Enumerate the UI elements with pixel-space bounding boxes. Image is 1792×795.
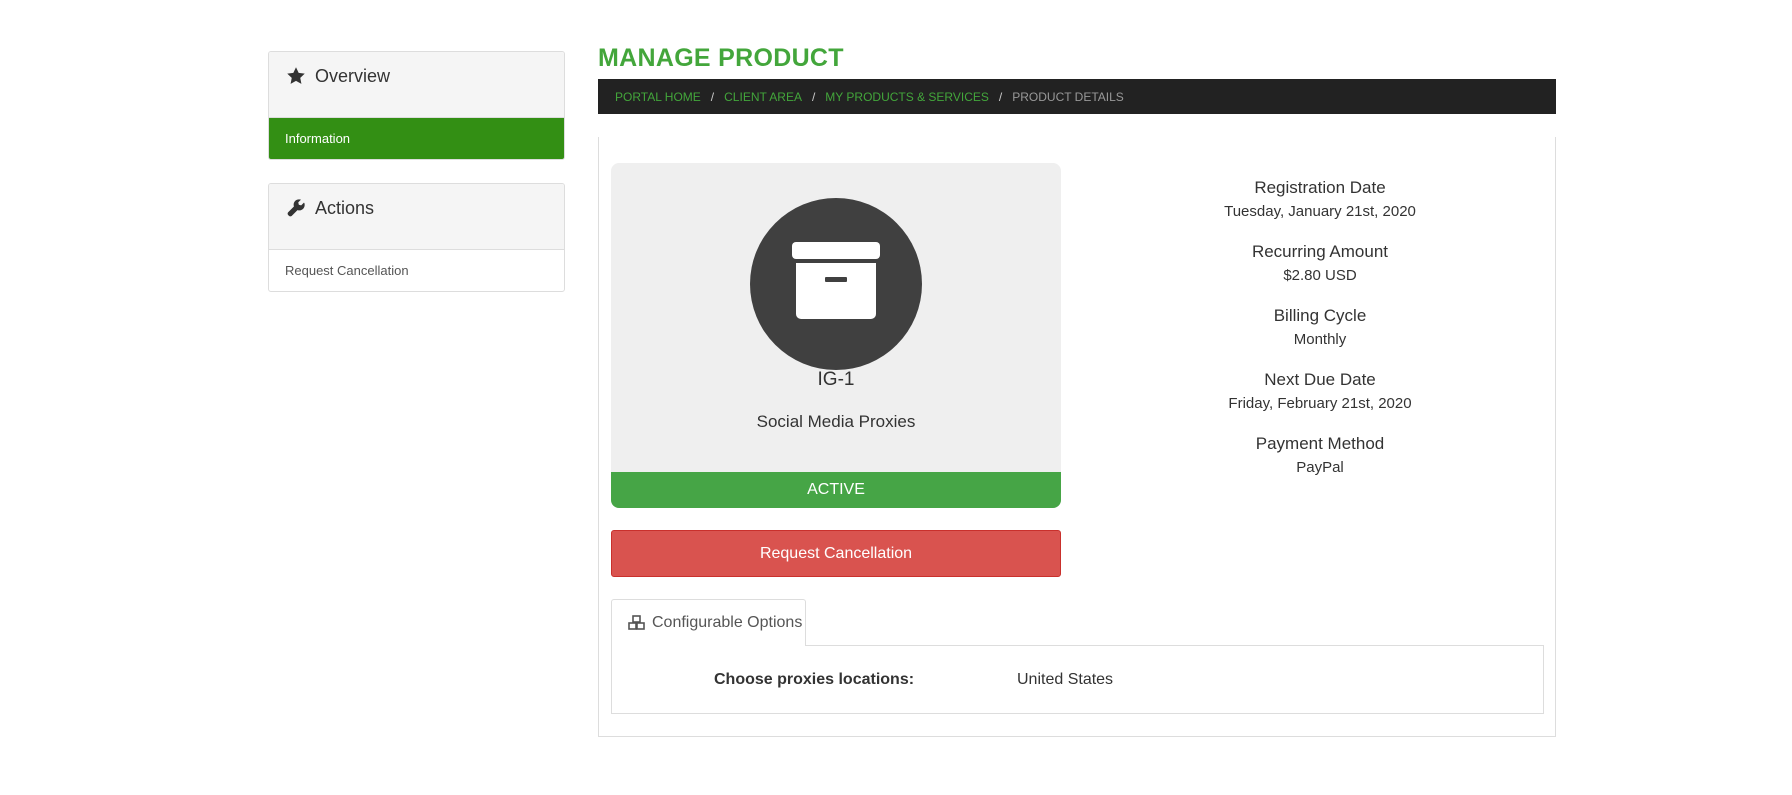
product-card: IG-1 Social Media Proxies ACTIVE (611, 163, 1061, 508)
detail-label: Next Due Date (1264, 370, 1376, 389)
request-cancellation-button[interactable]: Request Cancellation (611, 530, 1061, 577)
option-value: United States (1017, 670, 1114, 688)
actions-panel-title: Actions (315, 198, 375, 218)
breadcrumb-product-details: PRODUCT DETAILS (1012, 89, 1124, 104)
wrench-icon (285, 197, 307, 219)
overview-panel-heading: Overview (269, 52, 564, 118)
detail-label: Registration Date (1254, 178, 1386, 197)
archive-box-icon (790, 241, 882, 327)
detail-registration-date: Registration Date Tuesday, January 21st,… (1083, 177, 1557, 241)
breadcrumb-my-products[interactable]: MY PRODUCTS & SERVICES (825, 90, 989, 104)
detail-value: $2.80 USD (1283, 267, 1357, 284)
breadcrumb: PORTAL HOME / CLIENT AREA / MY PRODUCTS … (598, 79, 1556, 114)
page-title: MANAGE PRODUCT (598, 44, 844, 72)
overview-panel: Overview Information (268, 51, 565, 160)
actions-panel: Actions Request Cancellation (268, 183, 565, 292)
detail-label: Recurring Amount (1251, 242, 1389, 261)
status-badge: ACTIVE (611, 472, 1061, 508)
detail-next-due-date: Next Due Date Friday, February 21st, 202… (1083, 369, 1557, 433)
tab-configurable-options[interactable]: Configurable Options (611, 599, 806, 646)
detail-billing-cycle: Billing Cycle Monthly (1083, 305, 1557, 369)
breadcrumb-portal-home[interactable]: PORTAL HOME (615, 90, 701, 104)
product-group: Social Media Proxies (756, 412, 916, 431)
detail-value: PayPal (1296, 459, 1344, 476)
configurable-options-panel: Choose proxies locations: United States (611, 645, 1544, 714)
detail-value: Tuesday, January 21st, 2020 (1224, 203, 1416, 220)
cubes-icon (628, 615, 646, 631)
breadcrumb-separator: / (811, 89, 816, 104)
product-name: IG-1 (817, 369, 855, 390)
product-icon-circle (750, 198, 922, 370)
product-details-list: Registration Date Tuesday, January 21st,… (1083, 177, 1557, 497)
overview-panel-title: Overview (315, 66, 391, 86)
star-icon (285, 65, 307, 87)
detail-label: Payment Method (1255, 434, 1385, 453)
option-label: Choose proxies locations: (714, 670, 915, 688)
detail-value: Monthly (1293, 331, 1347, 348)
detail-recurring-amount: Recurring Amount $2.80 USD (1083, 241, 1557, 305)
detail-payment-method: Payment Method PayPal (1083, 433, 1557, 497)
detail-value: Friday, February 21st, 2020 (1228, 395, 1412, 412)
sidebar-item-information[interactable]: Information (269, 118, 564, 159)
tab-configurable-options-label: Configurable Options (652, 614, 803, 631)
actions-panel-heading: Actions (269, 184, 564, 250)
breadcrumb-separator: / (710, 89, 715, 104)
sidebar-item-request-cancellation[interactable]: Request Cancellation (269, 250, 564, 291)
detail-label: Billing Cycle (1273, 306, 1367, 325)
breadcrumb-separator: / (998, 89, 1003, 104)
sidebar: Overview Information Actions Request Can… (268, 51, 565, 315)
breadcrumb-client-area[interactable]: CLIENT AREA (724, 90, 802, 104)
product-content-box: IG-1 Social Media Proxies ACTIVE Request… (598, 137, 1556, 737)
